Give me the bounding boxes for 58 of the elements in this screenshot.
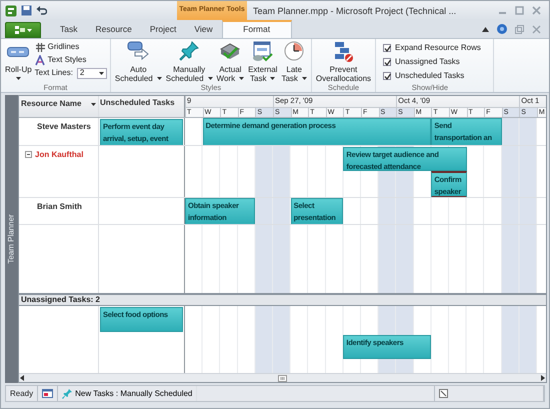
calendar-check-icon — [252, 41, 274, 62]
ribbon-tab[interactable]: Resource — [86, 21, 141, 38]
status-text: Ready — [6, 386, 38, 401]
ribbon-tab[interactable]: Task — [51, 21, 86, 38]
text-styles-icon — [34, 54, 46, 66]
view-label: Team Planner — [6, 214, 16, 264]
collapse-icon[interactable] — [25, 151, 32, 158]
ribbon-tab[interactable]: Project — [140, 21, 186, 38]
ribbon-button[interactable]: Gridlines — [34, 41, 107, 53]
checkbox-label: Unscheduled Tasks — [395, 70, 464, 82]
ribbon-tab[interactable]: Format — [222, 20, 292, 38]
section-header: Unassigned Tasks: 2 — [19, 293, 546, 306]
checkbox-label: Unassigned Tasks — [395, 56, 460, 68]
scroll-left-icon[interactable] — [19, 375, 25, 381]
checkbox[interactable] — [383, 58, 392, 66]
overallocation-icon — [332, 41, 354, 62]
column-header[interactable]: Resource Name — [21, 98, 82, 110]
resource-name: Brian Smith — [37, 201, 82, 213]
save-icon[interactable] — [21, 5, 32, 16]
text-lines-dropdown[interactable]: 2 — [76, 68, 107, 78]
ribbon-button[interactable]: Auto Scheduled — [114, 41, 163, 83]
caret-icon — [26, 28, 32, 32]
checkbox-label: Expand Resource Rows — [395, 42, 481, 54]
ribbon-button[interactable]: Actual Work — [216, 41, 246, 83]
file-button[interactable] — [5, 22, 41, 38]
clock-icon — [283, 41, 306, 62]
app-icon — [5, 4, 17, 16]
resize-grip-icon[interactable] — [439, 389, 448, 398]
checkbox[interactable] — [383, 72, 392, 80]
help-icon[interactable] — [497, 24, 507, 34]
task-bar-arrow-icon — [127, 41, 150, 62]
scroll-thumb-icon[interactable] — [278, 374, 287, 382]
resource-name: Jon Kaufthal — [35, 149, 84, 161]
status-button[interactable]: New Tasks : Manually Scheduled — [58, 386, 198, 401]
caret-icon — [98, 72, 104, 74]
pushpin-icon — [178, 41, 200, 62]
ribbon-button[interactable]: Roll-Up — [4, 41, 33, 83]
ribbon-button[interactable]: Late Task — [280, 41, 308, 83]
pushpin-icon — [62, 388, 72, 398]
ribbon-button[interactable]: Text Styles — [34, 54, 107, 66]
field-label: Text Lines: — [34, 67, 73, 79]
undo-icon[interactable] — [36, 5, 47, 16]
ribbon-button[interactable]: External Task — [247, 41, 278, 83]
checked-stack-icon — [219, 41, 242, 62]
resource-name: Steve Masters — [37, 121, 91, 133]
horizontal-scrollbar[interactable] — [19, 373, 546, 382]
ribbon-tab[interactable]: View — [185, 21, 222, 38]
collapse-ribbon-icon[interactable] — [482, 26, 489, 32]
roll-up-icon — [7, 46, 30, 56]
column-header[interactable]: Unscheduled Tasks — [100, 97, 175, 109]
scroll-right-icon[interactable] — [540, 375, 546, 381]
ribbon-button[interactable]: Manually Scheduled — [164, 41, 214, 83]
checkbox[interactable] — [383, 44, 392, 52]
ribbon-button[interactable]: Prevent Overallocations — [314, 41, 372, 83]
window-title: Team Planner.mpp - Microsoft Project (Technical ... — [252, 5, 458, 18]
gridlines-icon — [34, 42, 46, 52]
file-menu-icon — [14, 26, 24, 34]
macro-icon[interactable] — [42, 389, 54, 398]
